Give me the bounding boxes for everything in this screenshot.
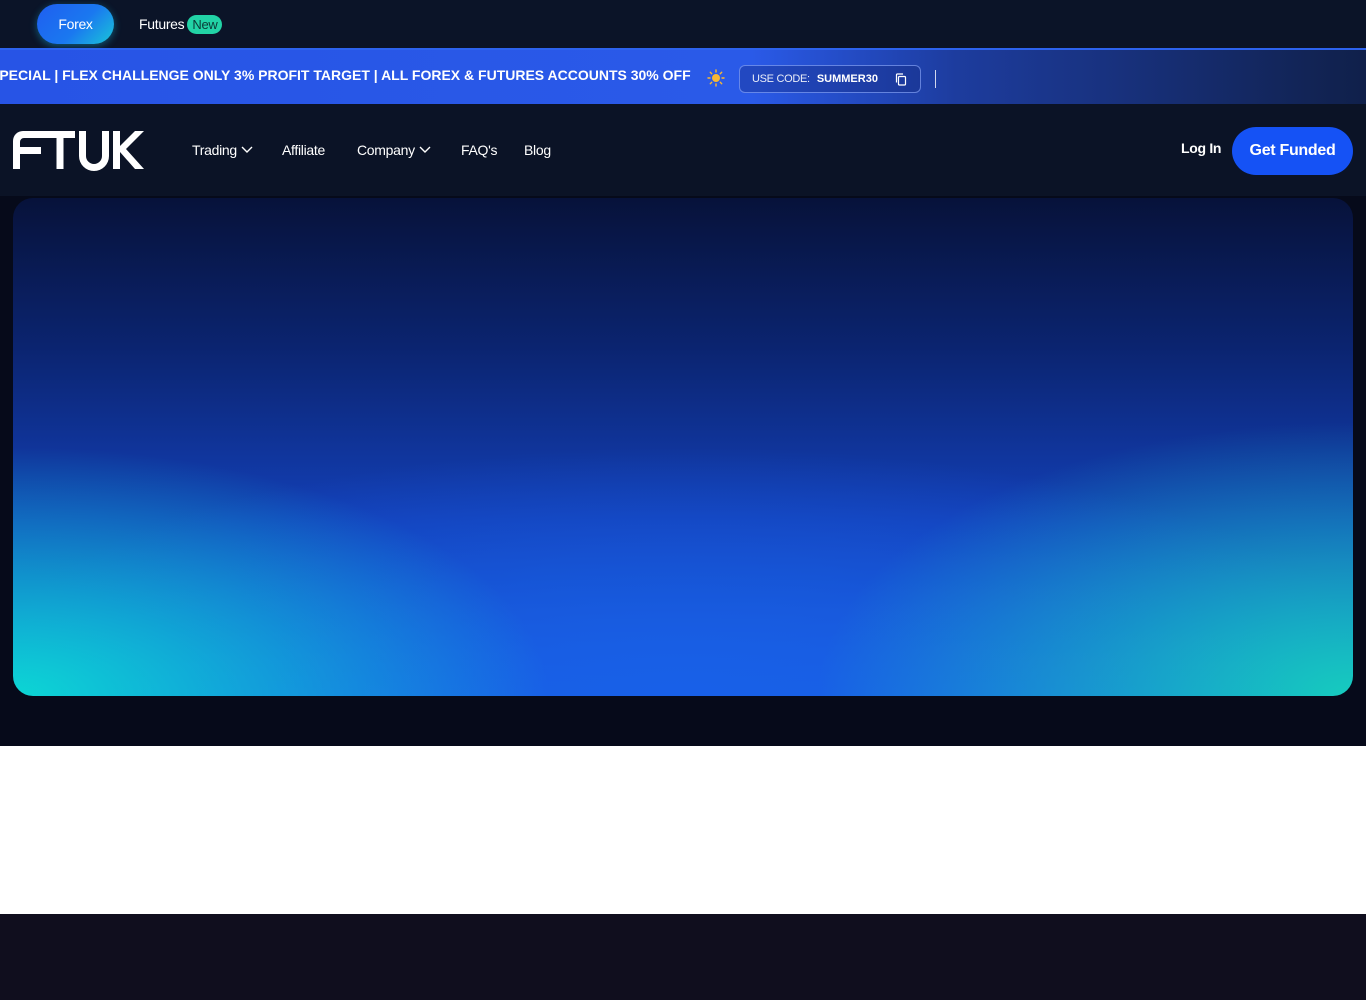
nav-company[interactable]: Company <box>357 140 431 160</box>
chevron-down-icon <box>241 146 253 153</box>
login-link[interactable]: Log In <box>1181 140 1221 156</box>
promo-text: SPECIAL | FLEX CHALLENGE ONLY 3% PROFIT … <box>0 67 691 83</box>
nav-faqs[interactable]: FAQ's <box>461 140 497 160</box>
banner-divider <box>935 70 936 88</box>
main-nav: Trading Affiliate Company FAQ's Blog Log… <box>0 104 1366 196</box>
market-switcher: Forex Futures New <box>0 0 1366 48</box>
new-badge: New <box>187 14 223 34</box>
dark-section <box>0 914 1366 1000</box>
promo-code-label: USE CODE: <box>752 73 810 85</box>
nav-blog-label: Blog <box>524 142 551 158</box>
chevron-down-icon <box>419 146 431 153</box>
nav-trading-label: Trading <box>192 142 237 158</box>
sun-icon <box>707 69 725 87</box>
get-funded-button[interactable]: Get Funded <box>1232 127 1353 175</box>
promo-banner: SPECIAL | FLEX CHALLENGE ONLY 3% PROFIT … <box>0 48 1366 104</box>
nav-affiliate-label: Affiliate <box>282 142 325 158</box>
nav-faqs-label: FAQ's <box>461 142 498 158</box>
nav-company-label: Company <box>357 142 415 158</box>
futures-tab[interactable]: Futures New <box>139 12 223 36</box>
promo-code-copy-button[interactable]: USE CODE: SUMMER30 <box>739 65 921 93</box>
promo-marquee: SPECIAL | FLEX CHALLENGE ONLY 3% PROFIT … <box>0 67 691 83</box>
hero-gradient-card <box>13 198 1353 696</box>
nav-blog[interactable]: Blog <box>524 140 551 160</box>
nav-affiliate[interactable]: Affiliate <box>282 140 325 160</box>
futures-tab-label: Futures <box>139 16 185 32</box>
ftuk-logo[interactable] <box>13 131 144 173</box>
forex-tab[interactable]: Forex <box>37 4 114 44</box>
nav-trading[interactable]: Trading <box>192 140 253 160</box>
promo-code-value: SUMMER30 <box>816 73 878 85</box>
copy-icon <box>895 73 907 86</box>
content-section <box>0 746 1366 914</box>
